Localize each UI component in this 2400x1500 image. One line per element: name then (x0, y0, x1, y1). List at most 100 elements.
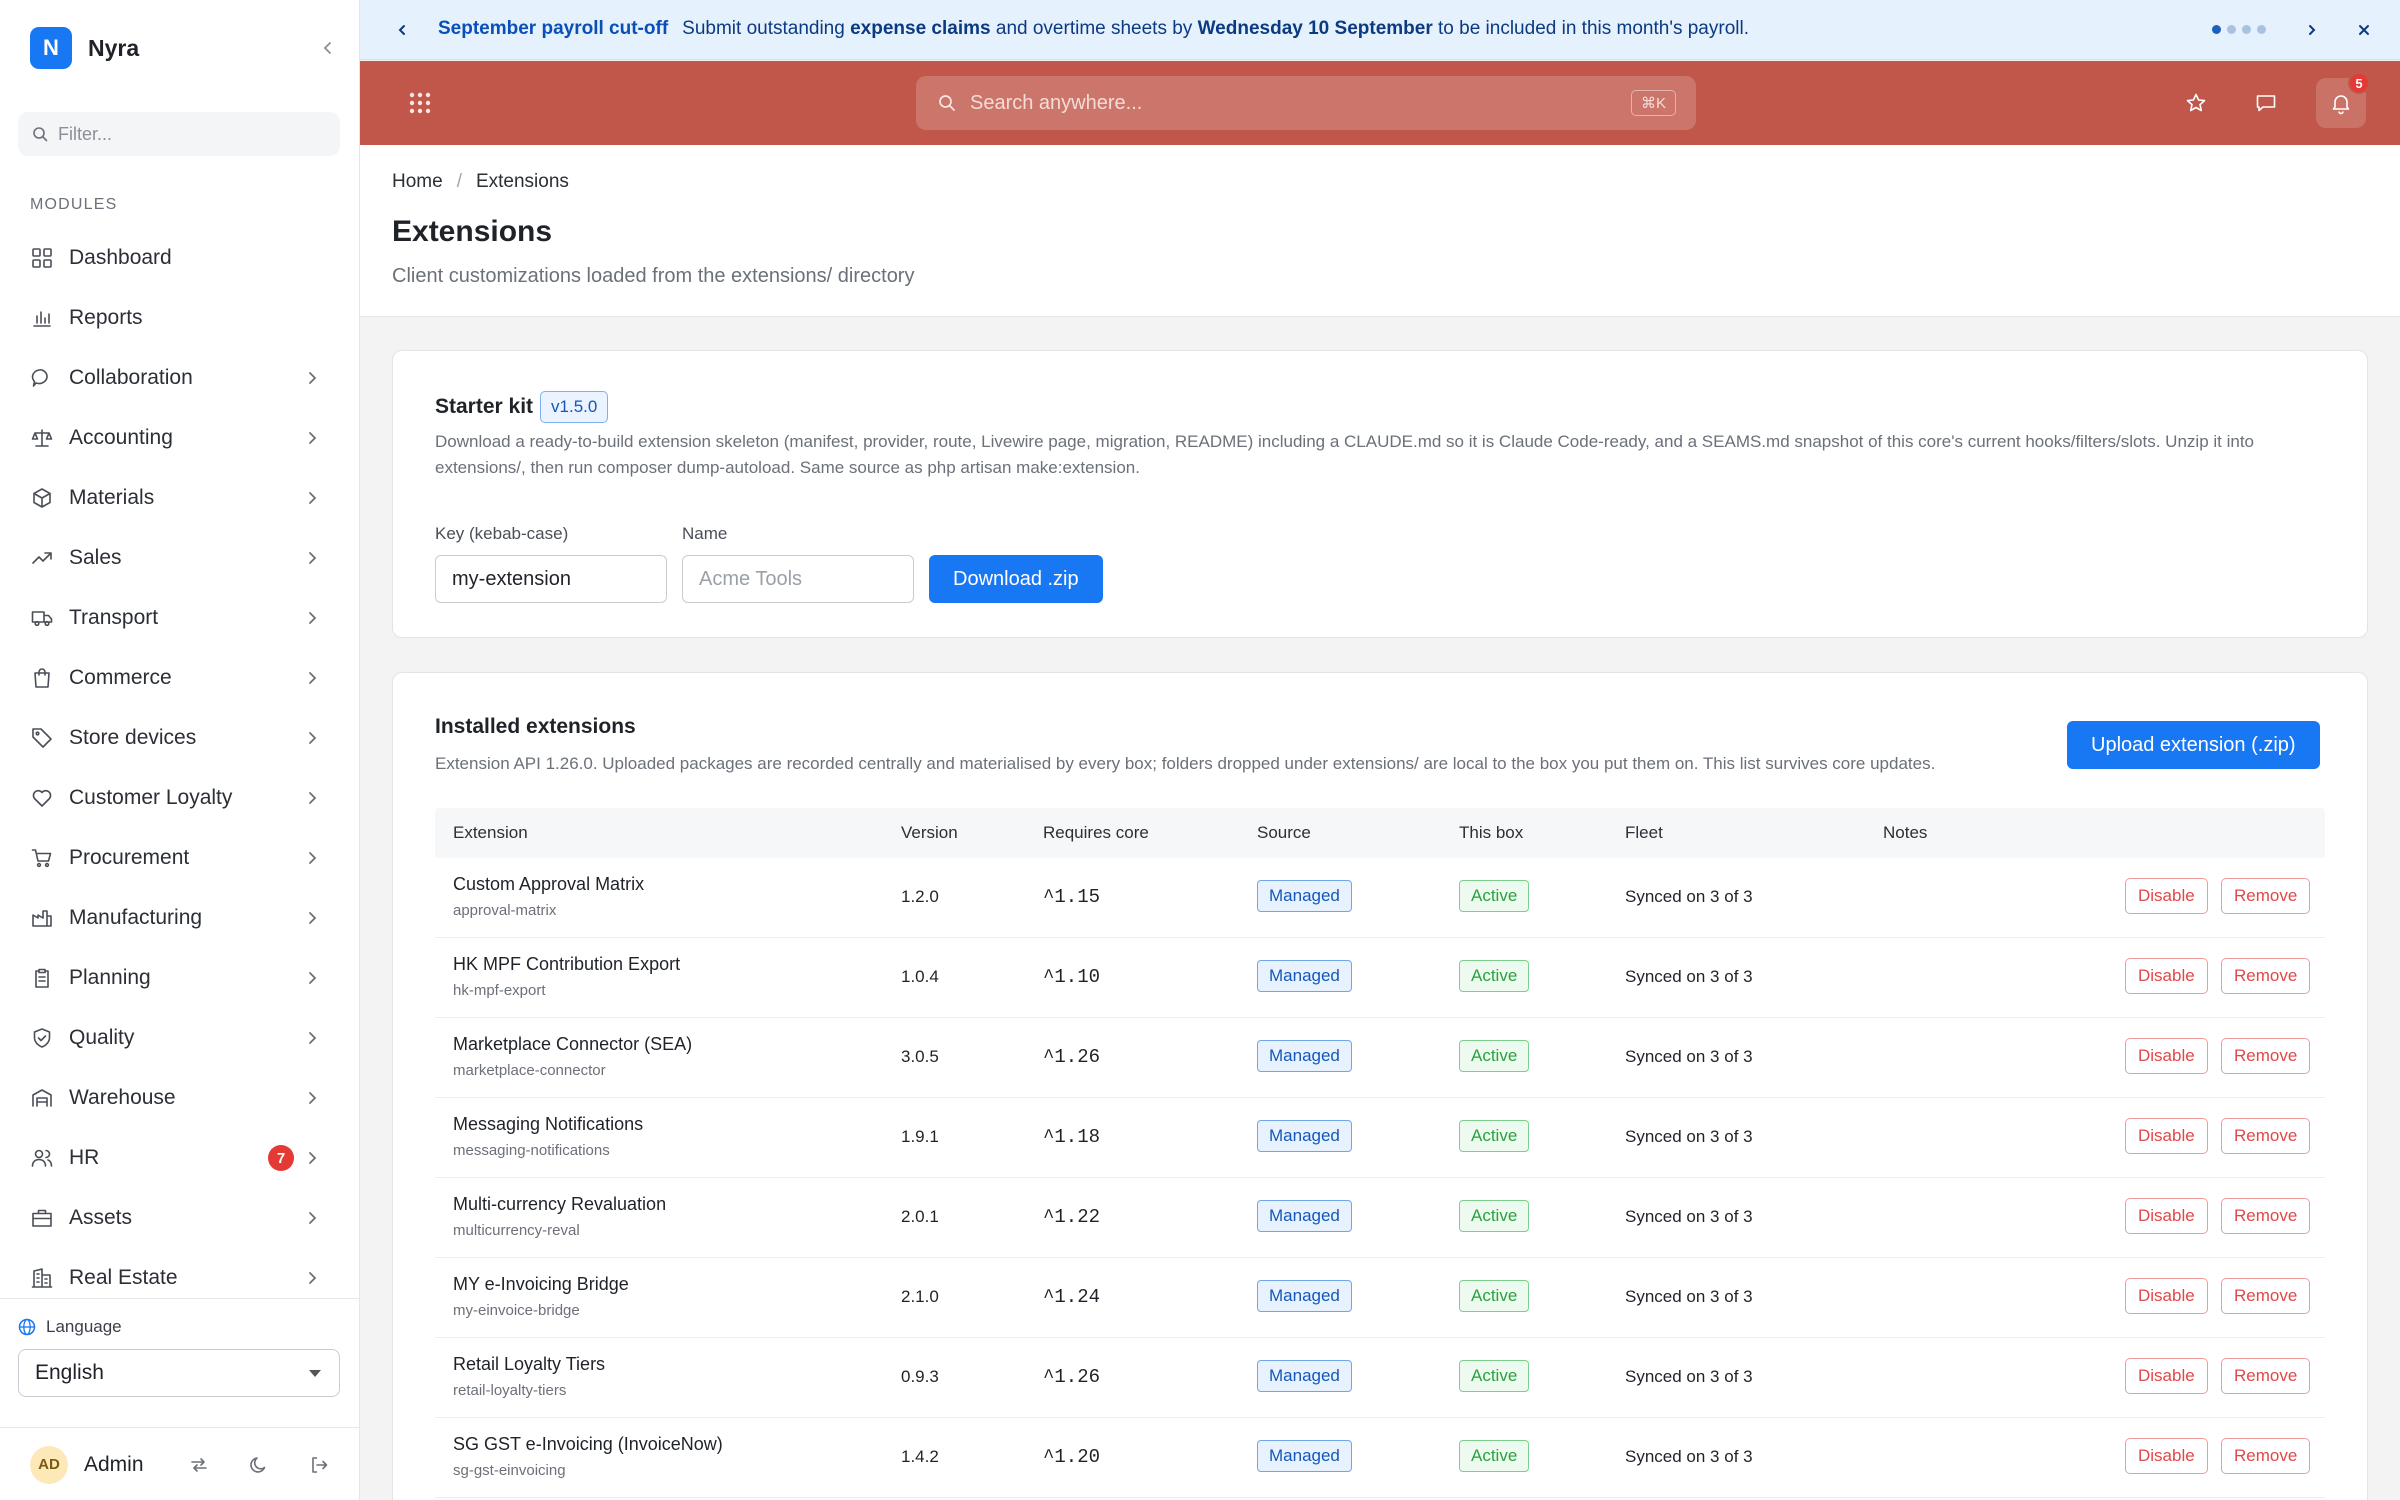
download-zip-button[interactable]: Download .zip (929, 555, 1103, 603)
moon-icon (250, 1457, 266, 1473)
sidebar-item-label: Transport (69, 606, 159, 629)
sidebar-item-accounting[interactable]: Accounting (0, 408, 360, 468)
source-badge: Managed (1257, 1040, 1352, 1072)
announcement-close-button[interactable] (2352, 18, 2376, 42)
status-badge: Active (1459, 960, 1530, 992)
chevron-right-icon (300, 666, 324, 690)
disable-button[interactable]: Disable (2125, 1358, 2208, 1394)
sidebar-item-assets[interactable]: Assets (0, 1188, 360, 1248)
extension-version: 1.9.1 (901, 1127, 939, 1146)
brand-name: Nyra (88, 34, 140, 61)
favorites-button[interactable] (2178, 85, 2214, 121)
sidebar-filter-input[interactable] (58, 123, 318, 145)
remove-button[interactable]: Remove (2221, 1278, 2311, 1314)
messages-button[interactable] (2248, 85, 2284, 121)
shield-check-icon (30, 1026, 54, 1050)
chevron-right-icon (300, 966, 324, 990)
table-row: Retail Loyalty Tiers retail-loyalty-tier… (435, 1338, 2325, 1418)
extension-name: Retail Loyalty Tiers (453, 1354, 606, 1374)
chevron-right-icon (300, 786, 324, 810)
apps-launcher-button[interactable] (406, 89, 434, 117)
status-badge: Active (1459, 1120, 1530, 1152)
pager-dot[interactable] (2257, 25, 2266, 34)
column-header-notes: Notes (1883, 823, 1928, 842)
chevron-left-icon (398, 25, 405, 35)
breadcrumb-home-link[interactable]: Home (392, 171, 443, 193)
disable-button[interactable]: Disable (2125, 1118, 2208, 1154)
switch-company-button[interactable] (186, 1452, 212, 1478)
fleet-status: Synced on 3 of 3 (1625, 1127, 1753, 1146)
sidebar-item-collaboration[interactable]: Collaboration (0, 348, 360, 408)
chevron-left-icon (323, 42, 331, 54)
sidebar-item-hr[interactable]: HR 7 (0, 1128, 360, 1188)
sidebar-footer: Language English AD Admin (0, 1298, 360, 1500)
remove-button[interactable]: Remove (2221, 1358, 2311, 1394)
announcement-prev-button[interactable] (390, 18, 414, 42)
remove-button[interactable]: Remove (2221, 1438, 2311, 1474)
disable-button[interactable]: Disable (2125, 1438, 2208, 1474)
disable-button[interactable]: Disable (2125, 878, 2208, 914)
sidebar-item-commerce[interactable]: Commerce (0, 648, 360, 708)
extension-requires-core: ^1.26 (1043, 1046, 1101, 1068)
sidebar-item-transport[interactable]: Transport (0, 588, 360, 648)
status-badge: Active (1459, 1440, 1530, 1472)
sidebar-item-label: Customer Loyalty (69, 786, 233, 809)
sidebar-filter (18, 112, 340, 156)
sidebar-item-sales[interactable]: Sales (0, 528, 360, 588)
remove-button[interactable]: Remove (2221, 1118, 2311, 1154)
sidebar-item-planning[interactable]: Planning (0, 948, 360, 1008)
announcement-next-button[interactable] (2300, 18, 2324, 42)
sidebar-item-materials[interactable]: Materials (0, 468, 360, 528)
avatar[interactable]: AD (30, 1445, 68, 1484)
starter-kit-description: Download a ready-to-build extension skel… (435, 432, 2254, 477)
sidebar-item-store-devices[interactable]: Store devices (0, 708, 360, 768)
pager-dot-active[interactable] (2212, 25, 2221, 34)
extension-key: sg-gst-einvoicing (453, 1462, 566, 1479)
sidebar-item-dashboard[interactable]: Dashboard (0, 228, 360, 288)
remove-button[interactable]: Remove (2221, 958, 2311, 994)
sidebar-item-procurement[interactable]: Procurement (0, 828, 360, 888)
fleet-status: Synced on 3 of 3 (1625, 967, 1753, 986)
remove-button[interactable]: Remove (2221, 878, 2311, 914)
global-search-input[interactable] (970, 91, 1610, 115)
starter-kit-version-badge: v1.5.0 (540, 391, 609, 423)
pager-dot[interactable] (2227, 25, 2236, 34)
theme-toggle-button[interactable] (246, 1452, 272, 1478)
status-badge: Active (1459, 1040, 1530, 1072)
chevron-right-icon (2309, 25, 2316, 35)
logout-button[interactable] (306, 1452, 332, 1478)
disable-button[interactable]: Disable (2125, 958, 2208, 994)
collapse-sidebar-button[interactable] (316, 36, 340, 60)
extension-key-input[interactable] (435, 555, 667, 603)
language-select[interactable]: English (18, 1349, 340, 1397)
notifications-button[interactable]: 5 (2316, 72, 2370, 128)
sidebar-item-quality[interactable]: Quality (0, 1008, 360, 1068)
pager-dot[interactable] (2242, 25, 2251, 34)
page-title: Extensions (392, 215, 553, 248)
sidebar-item-manufacturing[interactable]: Manufacturing (0, 888, 360, 948)
remove-button[interactable]: Remove (2221, 1038, 2311, 1074)
search-icon (939, 95, 955, 111)
sidebar-item-reports[interactable]: Reports (0, 288, 360, 348)
bell-icon (2332, 95, 2350, 115)
sidebar-item-label: Procurement (69, 846, 190, 869)
status-badge: Active (1459, 1200, 1530, 1232)
source-badge: Managed (1257, 1280, 1352, 1312)
sidebar-item-label: Quality (69, 1026, 135, 1049)
disable-button[interactable]: Disable (2125, 1278, 2208, 1314)
remove-button[interactable]: Remove (2221, 1198, 2311, 1234)
source-badge: Managed (1257, 1360, 1352, 1392)
upload-extension-button[interactable]: Upload extension (.zip) (2067, 721, 2320, 769)
table-row: MY e-Invoicing Bridge my-einvoice-bridge… (435, 1258, 2325, 1338)
chevron-right-icon (300, 606, 324, 630)
apps-grid-icon (409, 92, 431, 114)
extension-key: messaging-notifications (453, 1142, 610, 1159)
table-row: Messaging Notifications messaging-notifi… (435, 1098, 2325, 1178)
extension-name-input[interactable] (682, 555, 914, 603)
extension-requires-core: ^1.20 (1043, 1446, 1101, 1468)
disable-button[interactable]: Disable (2125, 1038, 2208, 1074)
disable-button[interactable]: Disable (2125, 1198, 2208, 1234)
sidebar-item-warehouse[interactable]: Warehouse (0, 1068, 360, 1128)
sidebar-item-customer-loyalty[interactable]: Customer Loyalty (0, 768, 360, 828)
source-badge: Managed (1257, 880, 1352, 912)
